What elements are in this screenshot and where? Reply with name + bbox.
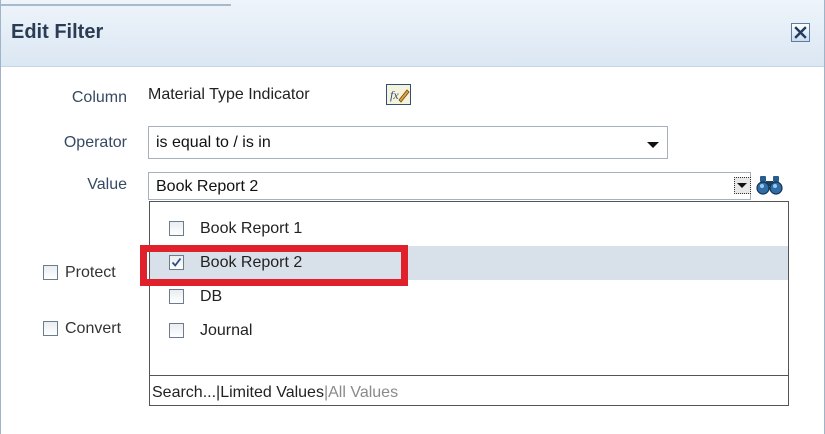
list-item-label: DB — [200, 288, 223, 305]
close-button[interactable] — [791, 23, 810, 42]
list-item-label: Book Report 2 — [200, 254, 303, 271]
value-select-value: Book Report 2 — [156, 178, 259, 195]
list-item[interactable]: Book Report 1 — [150, 212, 788, 246]
column-value: Material Type Indicator — [148, 86, 310, 103]
chevron-down-icon — [737, 183, 747, 188]
edit-filter-dialog: Edit Filter Column Material Type Indicat… — [0, 0, 825, 434]
formula-edit-icon[interactable]: fx — [386, 84, 411, 105]
checkbox[interactable] — [169, 255, 184, 270]
chevron-down-icon — [647, 142, 659, 148]
close-icon — [794, 26, 807, 39]
operator-label: Operator — [63, 134, 127, 151]
list-item[interactable]: Book Report 2 — [150, 246, 788, 280]
value-select[interactable]: Book Report 2 — [148, 172, 751, 200]
window-edge — [1, 0, 251, 8]
value-dropdown-list: Book Report 1 Book Report 2 DB Journal S… — [149, 201, 789, 406]
checkbox[interactable] — [169, 323, 184, 338]
checkbox[interactable] — [169, 289, 184, 304]
divider — [150, 375, 788, 376]
protect-checkbox[interactable] — [43, 265, 58, 280]
column-label: Column — [71, 89, 127, 106]
search-link[interactable]: Search... — [152, 384, 216, 401]
operator-select[interactable]: is equal to / is in — [148, 126, 668, 159]
binoculars-icon[interactable] — [756, 174, 784, 196]
checkbox[interactable] — [169, 221, 184, 236]
convert-label: Convert — [65, 320, 122, 337]
value-dropdown-button[interactable] — [734, 177, 751, 194]
svg-text:fx: fx — [390, 88, 399, 102]
convert-checkbox[interactable] — [43, 321, 58, 336]
value-label: Value — [87, 176, 127, 193]
dialog-title: Edit Filter — [11, 21, 104, 43]
list-item[interactable]: Journal — [150, 314, 788, 348]
operator-select-value: is equal to / is in — [156, 134, 271, 151]
all-values-link[interactable]: All Values — [328, 384, 398, 401]
limited-values-link[interactable]: Limited Values — [220, 384, 324, 401]
protect-label: Protect — [65, 264, 116, 281]
list-item[interactable]: DB — [150, 280, 788, 314]
dropdown-footer: Search...|Limited Values|All Values — [152, 384, 398, 402]
checkmark-icon — [171, 257, 182, 267]
list-item-label: Journal — [200, 322, 253, 339]
list-item-label: Book Report 1 — [200, 220, 303, 237]
dialog-title-bar[interactable]: Edit Filter — [1, 0, 824, 67]
